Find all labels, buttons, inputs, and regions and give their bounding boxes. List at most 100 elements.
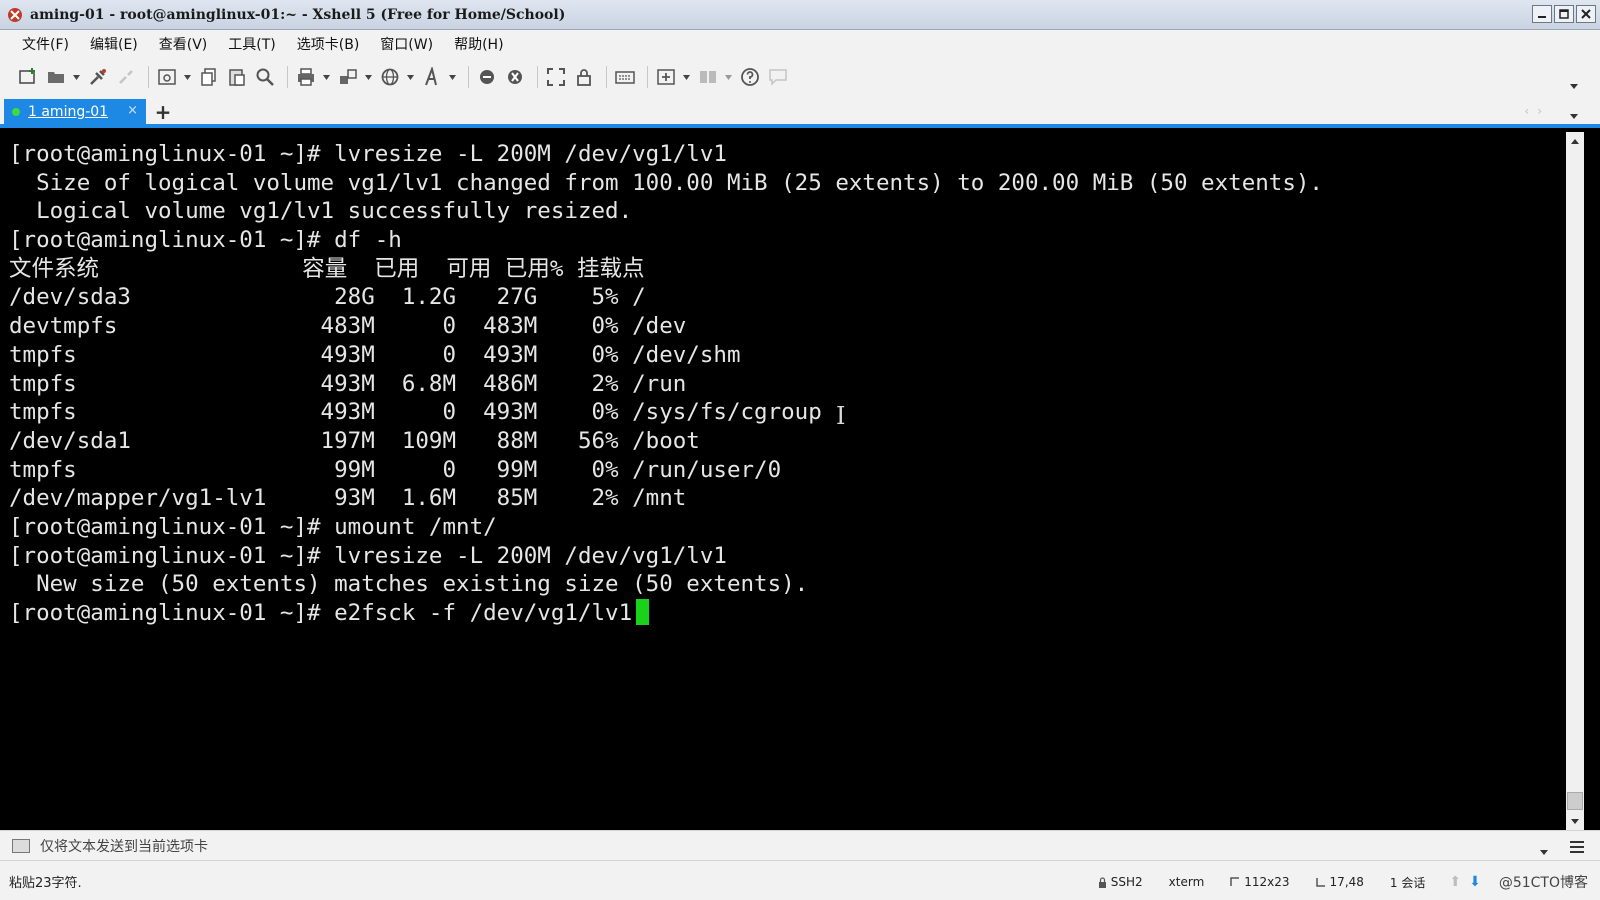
globe-button[interactable] (378, 65, 402, 89)
globe-icon (381, 68, 399, 86)
menu-edit[interactable]: 编辑(E) (90, 34, 138, 54)
new-tab-button[interactable] (654, 65, 678, 89)
title-bar: aming-01 - root@aminglinux-01:~ - Xshell… (0, 0, 1600, 30)
menu-window[interactable]: 窗口(W) (380, 34, 433, 54)
scroll-down-button[interactable] (1566, 812, 1584, 830)
chevron-down-icon (183, 74, 191, 80)
menu-help[interactable]: 帮助(H) (454, 34, 503, 54)
terminal-cursor (636, 599, 650, 625)
chat-button[interactable] (766, 65, 790, 89)
print-dropdown[interactable] (322, 65, 330, 89)
terminal-line: /dev/mapper/vg1-lv1 93M 1.6M 85M 2% /mnt (9, 485, 687, 512)
help-button[interactable] (738, 65, 762, 89)
new-session-button[interactable] (16, 65, 40, 89)
terminal-line: tmpfs 493M 0 493M 0% /sys/fs/cgroup (9, 399, 822, 426)
terminal-line: New size (50 extents) matches existing s… (9, 571, 809, 598)
transfer-icon (340, 69, 357, 84)
download-arrow-icon: ⬇ (1469, 874, 1481, 890)
terminal-line: /dev/sda3 28G 1.2G 27G 5% / (9, 284, 646, 311)
keyboard-button[interactable] (613, 65, 637, 89)
terminal-input-line[interactable]: [root@aminglinux-01 ~]# e2fsck -f /dev/v… (9, 599, 1566, 628)
font-dropdown[interactable] (448, 65, 456, 89)
xmanager-button[interactable] (503, 65, 527, 89)
status-message: 粘贴23字符. (9, 876, 82, 891)
compose-bar[interactable]: 仅将文本发送到当前选项卡 (0, 830, 1600, 860)
tab-scroll-buttons[interactable]: ‹› (1524, 104, 1550, 118)
compose-input[interactable]: 仅将文本发送到当前选项卡 (40, 836, 208, 856)
terminal-view[interactable]: [root@aminglinux-01 ~]# lvresize -L 200M… (0, 132, 1566, 830)
transfer-button[interactable] (336, 65, 360, 89)
transfer-dropdown[interactable] (364, 65, 372, 89)
compose-icon (12, 838, 30, 853)
open-session-dropdown[interactable] (72, 65, 80, 89)
terminal-size-label: 112x23 (1244, 875, 1290, 889)
copy-button[interactable] (197, 65, 221, 89)
compose-target-dropdown[interactable] (1540, 840, 1548, 859)
toolbar-overflow-button[interactable] (1570, 74, 1578, 93)
terminal-type-label: xterm (1168, 875, 1205, 889)
tab-list-button[interactable] (1570, 104, 1578, 123)
chevron-down-icon (682, 74, 690, 80)
reconnect-icon (90, 69, 106, 85)
xftp-button[interactable] (475, 65, 499, 89)
help-icon (741, 68, 759, 86)
terminal-line: tmpfs 493M 6.8M 486M 2% /run (9, 370, 687, 397)
toolbar-separator (468, 66, 469, 88)
window-title: aming-01 - root@aminglinux-01:~ - Xshell… (30, 6, 566, 23)
new-tab-dropdown[interactable] (682, 65, 690, 89)
terminal-line: [root@aminglinux-01 ~]# lvresize -L 200M… (9, 542, 727, 569)
font-button[interactable] (420, 65, 444, 89)
lock-icon (1098, 876, 1106, 888)
print-button[interactable] (294, 65, 318, 89)
maximize-button[interactable] (1554, 5, 1574, 23)
menu-tab[interactable]: 选项卡(B) (297, 34, 360, 54)
status-indicators: SSH2 xterm 112x23 17,48 1 会话 ⬆ ⬇ @51CTO博… (1072, 872, 1588, 892)
session-count-label: 1 会话 (1389, 875, 1426, 890)
terminal-line: Logical volume vg1/lv1 successfully resi… (9, 198, 633, 225)
open-session-button[interactable] (44, 65, 68, 89)
paste-button[interactable] (225, 65, 249, 89)
compose-menu-button[interactable] (1570, 838, 1584, 857)
triangle-up-icon (1571, 138, 1579, 144)
tab-aming-01[interactable]: 1 aming-01 × (4, 99, 146, 125)
find-button[interactable] (253, 65, 277, 89)
scroll-up-button[interactable] (1566, 132, 1584, 150)
xshell-logo-icon (8, 7, 22, 22)
properties-icon (158, 69, 176, 85)
menu-tools[interactable]: 工具(T) (228, 34, 275, 54)
minimize-button[interactable] (1532, 5, 1552, 23)
disconnect-button[interactable] (114, 65, 138, 89)
terminal-line: [root@aminglinux-01 ~]# df -h (9, 227, 402, 254)
globe-dropdown[interactable] (406, 65, 414, 89)
chevron-down-icon (1570, 114, 1578, 119)
triangle-down-icon (1571, 818, 1579, 824)
disconnect-icon (119, 70, 133, 84)
layout-button[interactable] (696, 65, 720, 89)
font-icon (425, 67, 437, 86)
toolbar-separator (537, 66, 538, 88)
chevron-down-icon (448, 74, 456, 80)
scrollbar-thumb[interactable] (1567, 792, 1583, 810)
menu-view[interactable]: 查看(V) (159, 34, 208, 54)
add-tab-button[interactable]: + (151, 100, 175, 124)
xmanager-icon (508, 70, 522, 84)
terminal-scrollbar[interactable] (1566, 132, 1584, 830)
status-bar: 粘贴23字符. SSH2 xterm 112x23 17,48 1 会话 ⬆ ⬇… (0, 860, 1600, 900)
tab-bar: 1 aming-01 × + ‹› (0, 96, 1600, 128)
keyboard-icon (615, 71, 635, 84)
xftp-icon (480, 70, 494, 84)
properties-dropdown[interactable] (183, 65, 191, 89)
menu-file[interactable]: 文件(F) (22, 34, 69, 54)
open-folder-icon (48, 72, 64, 83)
tab-close-button[interactable]: × (127, 103, 138, 118)
toolbar-separator (148, 66, 149, 88)
new-tab-icon (657, 69, 675, 85)
properties-button[interactable] (155, 65, 179, 89)
minimize-icon (1538, 16, 1546, 18)
lock-button[interactable] (572, 65, 596, 89)
reconnect-button[interactable] (86, 65, 110, 89)
layout-dropdown[interactable] (724, 65, 732, 89)
fullscreen-button[interactable] (544, 65, 568, 89)
close-button[interactable] (1576, 5, 1596, 23)
terminal-line: [root@aminglinux-01 ~]# umount /mnt/ (9, 513, 497, 540)
